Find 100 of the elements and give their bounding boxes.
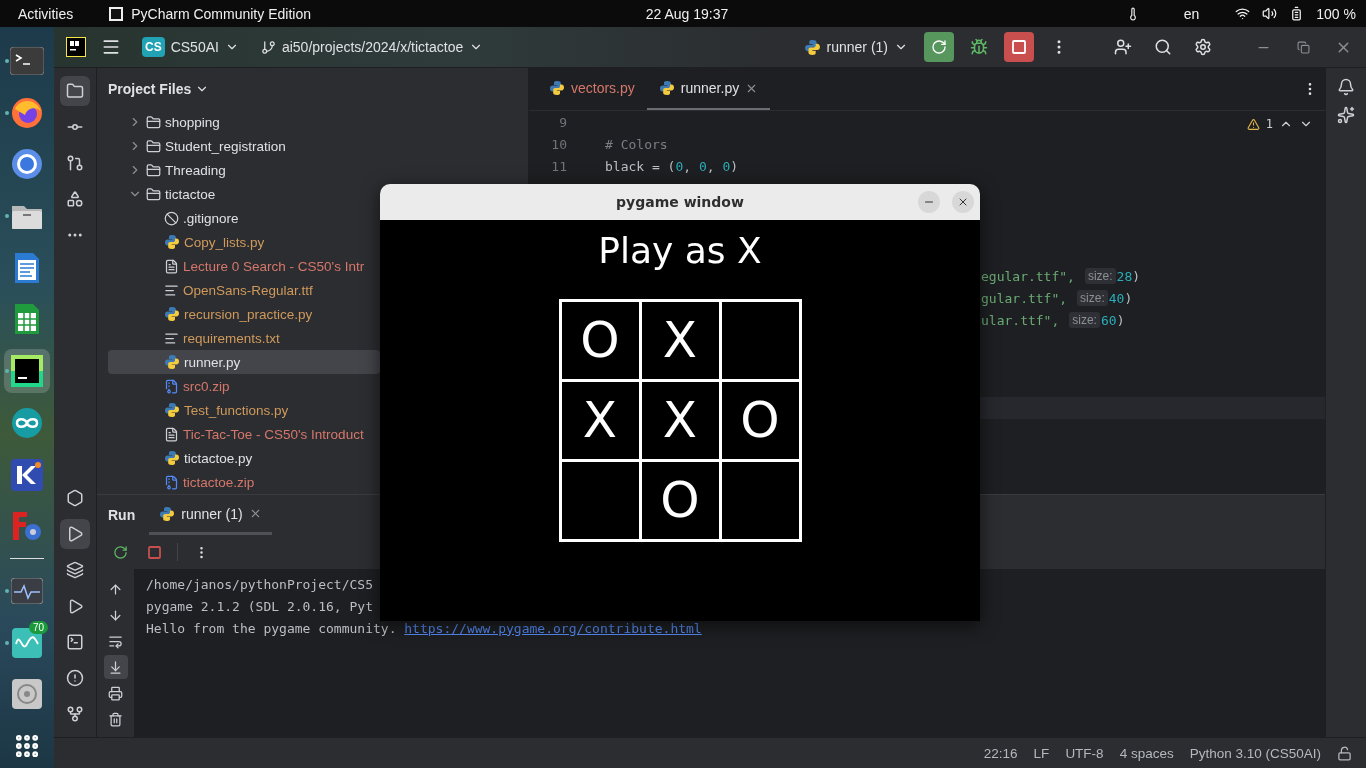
add-user-icon[interactable] [1114,38,1132,56]
clock[interactable]: 22 Aug 19:37 [645,5,729,22]
tree-item[interactable]: tictactoe.zip [108,470,380,494]
pull-request-icon[interactable] [66,154,84,172]
search-icon[interactable] [1154,38,1172,56]
rerun-icon[interactable] [112,544,128,560]
scroll-to-end-icon[interactable] [108,659,123,675]
tree-item[interactable]: Copy_lists.py [108,230,380,254]
ide-icon[interactable] [11,355,43,388]
battery-level: 100 % [1316,5,1356,22]
python-icon [658,80,675,96]
layers-icon[interactable] [66,561,84,579]
status-item[interactable]: LF [1033,745,1050,761]
warning-count[interactable]: 1 [1265,117,1273,131]
arrow-down-icon[interactable] [108,607,123,623]
run-icon[interactable] [66,525,84,543]
folder-icon[interactable] [66,82,84,100]
tree-item[interactable]: recursion_practice.py [108,302,380,326]
panel-title[interactable]: Project Files [97,68,528,110]
tree-item[interactable]: Threading [108,158,380,182]
browser-icon[interactable] [11,148,43,181]
tree-item[interactable]: OpenSans-Regular.ttf [108,278,380,302]
tree-item[interactable]: Lecture 0 Search - CS50's Intr [108,254,380,278]
folder-icon [146,162,161,178]
editor-tab[interactable]: runner.py [646,68,771,110]
branch-selector[interactable]: ai50/projects/2024/x/tictactoe [254,35,490,59]
run-config-selector[interactable]: runner (1) [797,34,914,60]
assistant-icon[interactable] [1337,106,1355,124]
close-button[interactable] [952,191,974,213]
git-icon[interactable] [66,705,84,723]
tree-item[interactable]: Tic-Tac-Toe - CS50's Introduct [108,422,380,446]
tree-item[interactable]: requirements.txt [108,326,380,350]
menu-icon[interactable] [101,37,121,57]
python-icon [164,450,180,466]
file-icon [164,258,179,274]
restore-icon[interactable] [1296,40,1310,54]
tool-window-button[interactable] [60,519,90,549]
minimize-button[interactable] [918,191,940,213]
tree-item[interactable]: tictactoe [108,182,380,206]
text-file-icon [164,282,179,298]
archive-icon [164,474,179,490]
app-icon [109,6,124,21]
tree-item[interactable]: shopping [108,110,380,134]
stop-button[interactable] [1004,32,1034,62]
folder-icon [146,186,161,202]
tree-item[interactable]: src0.zip [108,374,380,398]
rerun-button[interactable] [924,32,954,62]
python-icon [164,402,180,418]
settings-icon[interactable] [1194,38,1212,56]
tree-item[interactable]: Student_registration [108,134,380,158]
app-menu[interactable]: PyCharm Community Edition [131,5,311,22]
app-icon[interactable] [11,458,43,491]
tree-item[interactable]: tictactoe.py [108,446,380,470]
python-icon [803,38,821,56]
language-indicator[interactable]: en [1183,5,1200,22]
browser-icon[interactable] [11,96,43,129]
debug-icon[interactable] [970,38,988,56]
tree-item[interactable]: Test_functions.py [108,398,380,422]
infinity-icon[interactable] [11,406,43,439]
project-selector[interactable]: CS CS50AI [136,33,245,61]
code-line: # Colors [604,136,668,152]
activities-button[interactable]: Activities [18,5,74,22]
spreadsheet-icon[interactable] [14,303,40,336]
status-item[interactable]: UTF-8 [1065,745,1104,761]
python-icon [164,234,180,250]
editor-tab[interactable]: vectors.py [537,68,647,110]
stop-icon[interactable] [147,545,161,559]
trash-icon[interactable] [108,711,123,727]
wifi-icon[interactable] [1235,6,1251,21]
panel-title: Run [108,506,136,525]
console-tool-button[interactable] [103,655,128,679]
line-number: 11 [550,158,567,174]
console-link[interactable]: https://www.pygame.org/contribute.html [404,620,702,636]
text-file-icon [164,330,179,346]
terminal-icon[interactable] [10,46,44,75]
status-item[interactable]: 4 spaces [1119,745,1174,761]
logo-icon[interactable] [66,37,86,57]
wrap-icon[interactable] [108,633,123,649]
board-cell[interactable]: O [558,298,642,382]
dock-item[interactable] [4,349,50,394]
problems-icon[interactable] [66,669,84,687]
warning-icon[interactable] [1246,117,1260,131]
status-item[interactable]: 22:16 [983,745,1018,761]
notifications-icon[interactable] [1337,78,1355,96]
project-badge: CS [142,37,165,57]
tree-item[interactable]: runner.py [108,350,380,374]
status-item[interactable]: Python 3.10 (CS50AI) [1189,745,1321,761]
tool-window-button[interactable] [60,76,90,106]
printer-icon[interactable] [108,685,123,701]
lock-icon[interactable] [1337,745,1352,761]
console-line: /home/janos/pythonProject/CS5 [146,576,373,592]
line-number: 9 [558,114,567,130]
tree-item[interactable]: .gitignore [108,206,380,230]
volume-icon[interactable] [1262,6,1278,21]
document-icon[interactable] [14,251,40,284]
dock-item[interactable]: 70 [4,620,50,665]
python-icon [164,306,180,322]
monitor-icon[interactable] [11,578,43,605]
console-line: Hello from the pygame community. [146,620,398,636]
structure-icon[interactable] [66,190,84,208]
